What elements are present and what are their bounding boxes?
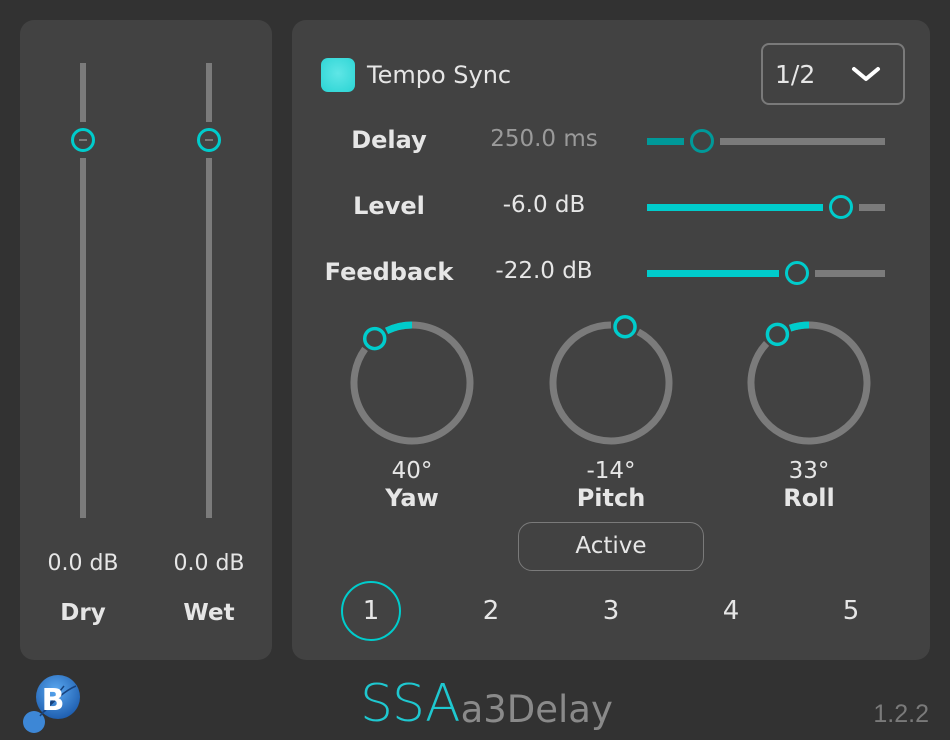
slot-2-button[interactable]: 2 bbox=[461, 581, 521, 641]
logo-icon: B bbox=[23, 675, 80, 733]
pitch-label: Pitch bbox=[576, 484, 646, 512]
knob-thumb[interactable] bbox=[362, 326, 387, 351]
delay-value: 250.0 ms bbox=[490, 126, 598, 152]
roll-value: 33° bbox=[788, 458, 830, 484]
wet-value: 0.0 dB bbox=[173, 551, 245, 576]
roll-knob[interactable] bbox=[744, 318, 874, 448]
wet-label: Wet bbox=[183, 600, 235, 626]
slider-fill bbox=[647, 204, 823, 211]
level-slider[interactable] bbox=[647, 194, 885, 220]
yaw-value: 40° bbox=[391, 458, 433, 484]
fader-track bbox=[206, 158, 212, 518]
slot-4-button[interactable]: 4 bbox=[701, 581, 761, 641]
knob-value-arc bbox=[788, 321, 810, 332]
delay-panel: Tempo Sync 1/2 Delay 250.0 ms Level -6.0… bbox=[292, 20, 930, 660]
knob-thumb[interactable] bbox=[613, 314, 637, 339]
fader-track bbox=[206, 63, 212, 123]
fader-thumb[interactable] bbox=[71, 128, 95, 153]
slider-fill bbox=[647, 138, 684, 145]
version-label: 1.2.2 bbox=[873, 700, 929, 728]
feedback-label: Feedback bbox=[324, 258, 454, 286]
level-value: -6.0 dB bbox=[502, 192, 586, 218]
knob-value-arc bbox=[385, 321, 413, 335]
product-title: SSA a3Delay bbox=[360, 672, 613, 732]
level-label: Level bbox=[353, 192, 425, 220]
knob-ring bbox=[549, 321, 673, 445]
active-button[interactable]: Active bbox=[518, 522, 704, 571]
tempo-sync-label: Tempo Sync bbox=[367, 61, 512, 89]
slider-track bbox=[814, 270, 885, 277]
wet-fader[interactable] bbox=[194, 63, 224, 518]
dry-label: Dry bbox=[60, 600, 106, 626]
fader-track bbox=[80, 63, 86, 123]
knob-thumb[interactable] bbox=[765, 322, 790, 347]
delay-slider[interactable] bbox=[647, 128, 885, 154]
slider-thumb[interactable] bbox=[689, 129, 714, 153]
output-panel: 0.0 dB 0.0 dB Dry Wet bbox=[20, 20, 272, 660]
dry-value: 0.0 dB bbox=[47, 551, 119, 576]
dry-fader[interactable] bbox=[68, 63, 98, 518]
product-name: a3Delay bbox=[460, 688, 613, 731]
yaw-knob[interactable] bbox=[347, 318, 477, 448]
fader-track bbox=[80, 158, 86, 518]
slider-thumb[interactable] bbox=[828, 195, 853, 219]
roll-label: Roll bbox=[783, 484, 835, 512]
slot-5-button[interactable]: 5 bbox=[821, 581, 881, 641]
fader-thumb[interactable] bbox=[197, 128, 221, 153]
pitch-knob[interactable] bbox=[546, 314, 676, 448]
brand-name: SSA bbox=[360, 674, 461, 734]
pitch-value: -14° bbox=[586, 458, 636, 484]
slider-track bbox=[719, 138, 885, 145]
feedback-value: -22.0 dB bbox=[495, 258, 593, 284]
slider-track bbox=[858, 204, 885, 211]
slider-thumb[interactable] bbox=[784, 261, 809, 285]
tempo-sync-checkbox[interactable] bbox=[321, 58, 355, 92]
slot-1-button[interactable]: 1 bbox=[341, 581, 401, 641]
chevron-down-icon bbox=[852, 67, 880, 81]
sync-division-dropdown[interactable]: 1/2 bbox=[761, 43, 905, 105]
logo-glyph: B bbox=[42, 683, 65, 718]
delay-label: Delay bbox=[351, 126, 427, 154]
tempo-sync-toggle[interactable]: Tempo Sync bbox=[321, 58, 511, 92]
feedback-slider[interactable] bbox=[647, 260, 885, 286]
sync-division-value: 1/2 bbox=[775, 60, 816, 89]
slot-3-button[interactable]: 3 bbox=[581, 581, 641, 641]
knob-ring bbox=[747, 321, 871, 445]
slider-fill bbox=[647, 270, 779, 277]
yaw-label: Yaw bbox=[385, 484, 439, 512]
